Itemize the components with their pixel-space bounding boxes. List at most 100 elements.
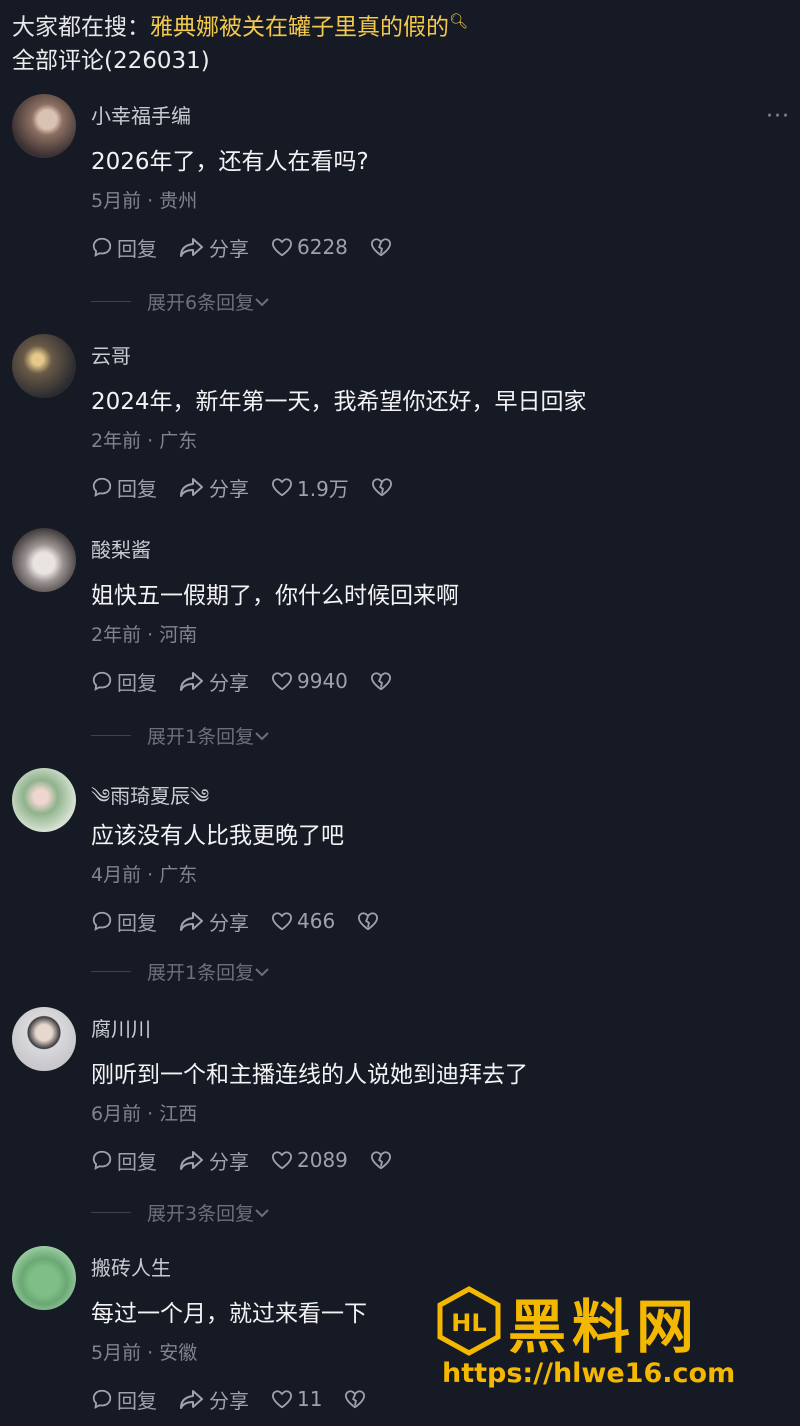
comment-username[interactable]: 云哥 [91,340,131,369]
like-button[interactable]: 2089 [271,1148,348,1172]
comment-username[interactable]: 腐川川 [91,1013,151,1042]
comment-username[interactable]: 酸梨酱 [91,534,151,563]
divider [91,301,131,302]
comment-actions: 回复 分享 1.9万 [91,472,419,502]
reply-icon [92,237,112,257]
share-icon [180,672,203,691]
share-icon [180,478,203,497]
search-hint-prefix: 大家都在搜： [12,14,150,41]
dislike-button[interactable] [370,237,396,257]
like-count: 2089 [297,1148,348,1172]
divider [91,1212,131,1213]
comment-meta: 4月前 · 广东 [91,864,198,886]
share-button[interactable]: 分享 [179,1146,249,1175]
reply-button[interactable]: 回复 [91,1146,157,1175]
expand-replies[interactable]: 展开3条回复 [91,1199,270,1226]
like-button[interactable]: 9940 [271,669,348,693]
reply-button[interactable]: 回复 [91,1385,157,1414]
reply-icon [92,1389,112,1409]
watermark-url: https://hlwe16.com [442,1358,736,1389]
comment-meta: 5月前 · 安徽 [91,1342,198,1364]
broken-heart-icon [370,672,391,691]
expand-replies-label: 展开6条回复 [147,292,255,314]
heart-icon [271,672,293,691]
dislike-button[interactable] [357,911,383,931]
reply-button[interactable]: 回复 [91,907,157,936]
share-label: 分享 [209,236,249,261]
comment-username[interactable]: 小幸福手编 [91,100,191,129]
share-label: 分享 [209,910,249,935]
chevron-down-icon [255,731,269,740]
like-count: 1.9万 [297,476,349,501]
divider [91,971,131,972]
comment-actions: 回复 分享 466 [91,906,405,936]
expand-replies[interactable]: 展开1条回复 [91,958,270,985]
expand-replies-label: 展开1条回复 [147,726,255,748]
comment-username[interactable]: 搬砖人生 [91,1252,171,1281]
reply-button[interactable]: 回复 [91,233,157,262]
like-count: 466 [297,909,336,933]
reply-label: 回复 [117,236,157,261]
watermark-logo-icon: HL [437,1286,501,1356]
chevron-down-icon [255,297,269,306]
expand-replies-label: 展开3条回复 [147,1203,255,1225]
reply-button[interactable]: 回复 [91,473,157,502]
like-count: 9940 [297,669,348,693]
like-button[interactable]: 466 [271,909,335,933]
avatar[interactable] [12,528,76,592]
share-label: 分享 [209,1149,249,1174]
heart-icon [271,1151,293,1170]
reply-icon [92,477,112,497]
reply-label: 回复 [117,910,157,935]
share-button[interactable]: 分享 [179,667,249,696]
divider [91,735,131,736]
dislike-button[interactable] [371,477,397,497]
like-count: 6228 [297,235,348,259]
avatar[interactable] [12,334,76,398]
comment-count: 全部评论(226031) [12,48,210,74]
reply-label: 回复 [117,476,157,501]
share-icon [180,912,203,931]
comment-meta: 5月前 · 贵州 [91,190,198,212]
broken-heart-icon [345,1390,366,1409]
comment-meta: 2年前 · 广东 [91,430,198,452]
heart-icon [271,912,293,931]
expand-replies[interactable]: 展开6条回复 [91,288,270,315]
share-icon [180,238,203,257]
share-button[interactable]: 分享 [179,473,249,502]
share-button[interactable]: 分享 [179,233,249,262]
search-hint[interactable]: 大家都在搜：雅典娜被关在罐子里真的假的🔍︎ [12,4,468,45]
heart-icon [271,478,293,497]
share-icon [180,1151,203,1170]
like-button[interactable]: 6228 [271,235,348,259]
comment-text: 2026年了，还有人在看吗? [91,149,369,175]
share-button[interactable]: 分享 [179,1385,249,1414]
dislike-button[interactable] [344,1389,370,1409]
like-count: 11 [297,1387,323,1411]
broken-heart-icon [371,478,392,497]
avatar[interactable] [12,1246,76,1310]
like-button[interactable]: 1.9万 [271,473,349,502]
expand-replies[interactable]: 展开1条回复 [91,722,270,749]
dislike-button[interactable] [370,671,396,691]
more-options-icon[interactable]: ··· [766,104,790,129]
share-icon [180,1390,203,1409]
comment-meta: 6月前 · 江西 [91,1103,198,1125]
comment-text: 姐快五一假期了，你什么时候回来啊 [91,583,459,609]
avatar[interactable] [12,1007,76,1071]
search-icon: 🔍︎ [449,12,469,30]
broken-heart-icon [358,912,379,931]
avatar[interactable] [12,768,76,832]
broken-heart-icon [370,1151,391,1170]
dislike-button[interactable] [370,1150,396,1170]
search-hint-query[interactable]: 雅典娜被关在罐子里真的假的 [150,15,449,41]
like-button[interactable]: 11 [271,1387,322,1411]
reply-icon [92,1150,112,1170]
comment-text: 刚听到一个和主播连线的人说她到迪拜去了 [91,1062,528,1088]
share-button[interactable]: 分享 [179,907,249,936]
watermark: HL 黑料网 https://hlwe16.com [436,1286,776,1396]
avatar[interactable] [12,94,76,158]
share-label: 分享 [209,1388,249,1413]
comment-actions: 回复 分享 9940 [91,666,418,696]
reply-button[interactable]: 回复 [91,667,157,696]
